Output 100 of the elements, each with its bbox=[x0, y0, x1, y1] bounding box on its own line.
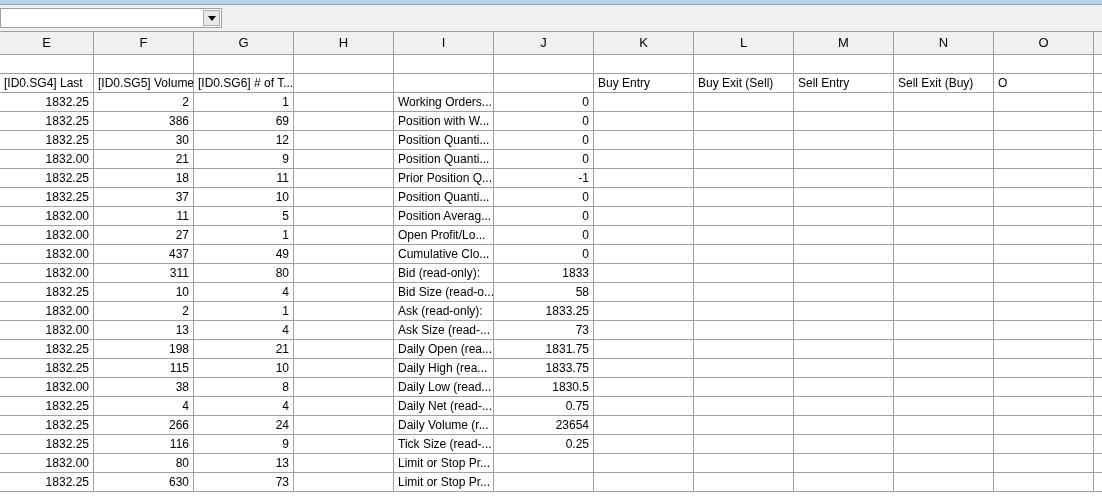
table-cell: 311 bbox=[94, 264, 194, 283]
table-cell: 1 bbox=[194, 302, 294, 321]
table-cell: Daily Volume (r... bbox=[394, 416, 494, 435]
table-cell: 1832.00 bbox=[0, 207, 94, 226]
table-cell: 12 bbox=[194, 131, 294, 150]
table-cell: 0.75 bbox=[494, 397, 594, 416]
column-header[interactable]: L bbox=[694, 32, 794, 54]
table-cell: 21 bbox=[94, 150, 194, 169]
column-header[interactable]: O bbox=[994, 32, 1094, 54]
table-cell: 4 bbox=[94, 397, 194, 416]
table-cell: 115 bbox=[94, 359, 194, 378]
column-header[interactable]: H bbox=[294, 32, 394, 54]
table-cell: 630 bbox=[94, 473, 194, 492]
table-cell: 18 bbox=[94, 169, 194, 188]
table-cell: Limit or Stop Pr... bbox=[394, 454, 494, 473]
table-cell: 0 bbox=[494, 226, 594, 245]
table-cell: 21 bbox=[194, 340, 294, 359]
table-cell: 266 bbox=[94, 416, 194, 435]
column-header[interactable]: J bbox=[494, 32, 594, 54]
table-cell: 8 bbox=[194, 378, 294, 397]
column-header[interactable]: F bbox=[94, 32, 194, 54]
table-cell: Tick Size (read-... bbox=[394, 435, 494, 454]
table-cell: 437 bbox=[94, 245, 194, 264]
table-cell: 1833.25 bbox=[494, 302, 594, 321]
table-cell: 1832.25 bbox=[0, 340, 94, 359]
table-cell: 0 bbox=[494, 93, 594, 112]
table-cell: 1 bbox=[194, 93, 294, 112]
table-cell: 69 bbox=[194, 112, 294, 131]
table-cell: 1832.25 bbox=[0, 188, 94, 207]
table-cell: 0.25 bbox=[494, 435, 594, 454]
table-cell: Sell Exit (Buy) bbox=[894, 74, 994, 93]
table-cell: 4 bbox=[194, 321, 294, 340]
table-cell: 1832.00 bbox=[0, 302, 94, 321]
table-cell: 37 bbox=[94, 188, 194, 207]
table-cell: Position Quanti... bbox=[394, 188, 494, 207]
table-cell: 80 bbox=[194, 264, 294, 283]
table-cell: Working Orders... bbox=[394, 93, 494, 112]
table-cell: 0 bbox=[494, 150, 594, 169]
table-cell: 38 bbox=[94, 378, 194, 397]
table-cell: 116 bbox=[94, 435, 194, 454]
table-cell: 0 bbox=[494, 112, 594, 131]
column-header[interactable]: K bbox=[594, 32, 694, 54]
table-cell: -1 bbox=[494, 169, 594, 188]
table-cell: 73 bbox=[494, 321, 594, 340]
caret-icon bbox=[207, 15, 216, 21]
table-cell: Position Quanti... bbox=[394, 131, 494, 150]
table-cell: 1832.25 bbox=[0, 93, 94, 112]
table-cell: Position Averag... bbox=[394, 207, 494, 226]
table-cell: 58 bbox=[494, 283, 594, 302]
table-cell: 0 bbox=[494, 188, 594, 207]
table-cell: Daily Net (read-... bbox=[394, 397, 494, 416]
table-cell: Sell Entry bbox=[794, 74, 894, 93]
table-cell: 0 bbox=[494, 131, 594, 150]
table-cell: O bbox=[994, 74, 1094, 93]
table-cell: Limit or Stop Pr... bbox=[394, 473, 494, 492]
table-cell: 386 bbox=[94, 112, 194, 131]
table-cell: 10 bbox=[194, 188, 294, 207]
table-cell: Cumulative Clo... bbox=[394, 245, 494, 264]
table-cell: 80 bbox=[94, 454, 194, 473]
table-cell: Daily Low (read... bbox=[394, 378, 494, 397]
table-cell: 1830.5 bbox=[494, 378, 594, 397]
table-cell: 1832.00 bbox=[0, 245, 94, 264]
table-cell: 10 bbox=[94, 283, 194, 302]
table-cell: 1831.75 bbox=[494, 340, 594, 359]
table-cell: [ID0.SG4] Last bbox=[0, 74, 94, 93]
table-cell: 1832.25 bbox=[0, 416, 94, 435]
table-cell: 1833.75 bbox=[494, 359, 594, 378]
table-cell: Ask Size (read-... bbox=[394, 321, 494, 340]
column-header[interactable]: G bbox=[194, 32, 294, 54]
table-cell: 4 bbox=[194, 397, 294, 416]
table-cell: 1832.25 bbox=[0, 112, 94, 131]
table-cell: Prior Position Q... bbox=[394, 169, 494, 188]
table-cell: 13 bbox=[94, 321, 194, 340]
dropdown-field[interactable] bbox=[0, 8, 222, 28]
table-cell: 1832.25 bbox=[0, 397, 94, 416]
column-header[interactable]: E bbox=[0, 32, 94, 54]
table-cell: [ID0.SG5] Volume bbox=[94, 74, 194, 93]
table-cell: Bid (read-only): bbox=[394, 264, 494, 283]
table-cell: Buy Entry bbox=[594, 74, 694, 93]
column-header[interactable]: M bbox=[794, 32, 894, 54]
table-cell: 49 bbox=[194, 245, 294, 264]
table-cell: Bid Size (read-o... bbox=[394, 283, 494, 302]
table-cell: 24 bbox=[194, 416, 294, 435]
column-header[interactable]: N bbox=[894, 32, 994, 54]
table-cell: Ask (read-only): bbox=[394, 302, 494, 321]
table-cell: Position Quanti... bbox=[394, 150, 494, 169]
table-cell: 1 bbox=[194, 226, 294, 245]
table-cell: 1833 bbox=[494, 264, 594, 283]
column-header[interactable]: I bbox=[394, 32, 494, 54]
table-cell: 2 bbox=[94, 302, 194, 321]
table-cell: 10 bbox=[194, 359, 294, 378]
table-cell: 1832.00 bbox=[0, 454, 94, 473]
table-cell: Position with W... bbox=[394, 112, 494, 131]
table-cell: 1832.00 bbox=[0, 150, 94, 169]
table-cell: 9 bbox=[194, 435, 294, 454]
table-cell: Daily Open (rea... bbox=[394, 340, 494, 359]
table-cell: 1832.00 bbox=[0, 264, 94, 283]
table-cell: 0 bbox=[494, 245, 594, 264]
table-cell: Buy Exit (Sell) bbox=[694, 74, 794, 93]
table-cell: Open Profit/Lo... bbox=[394, 226, 494, 245]
